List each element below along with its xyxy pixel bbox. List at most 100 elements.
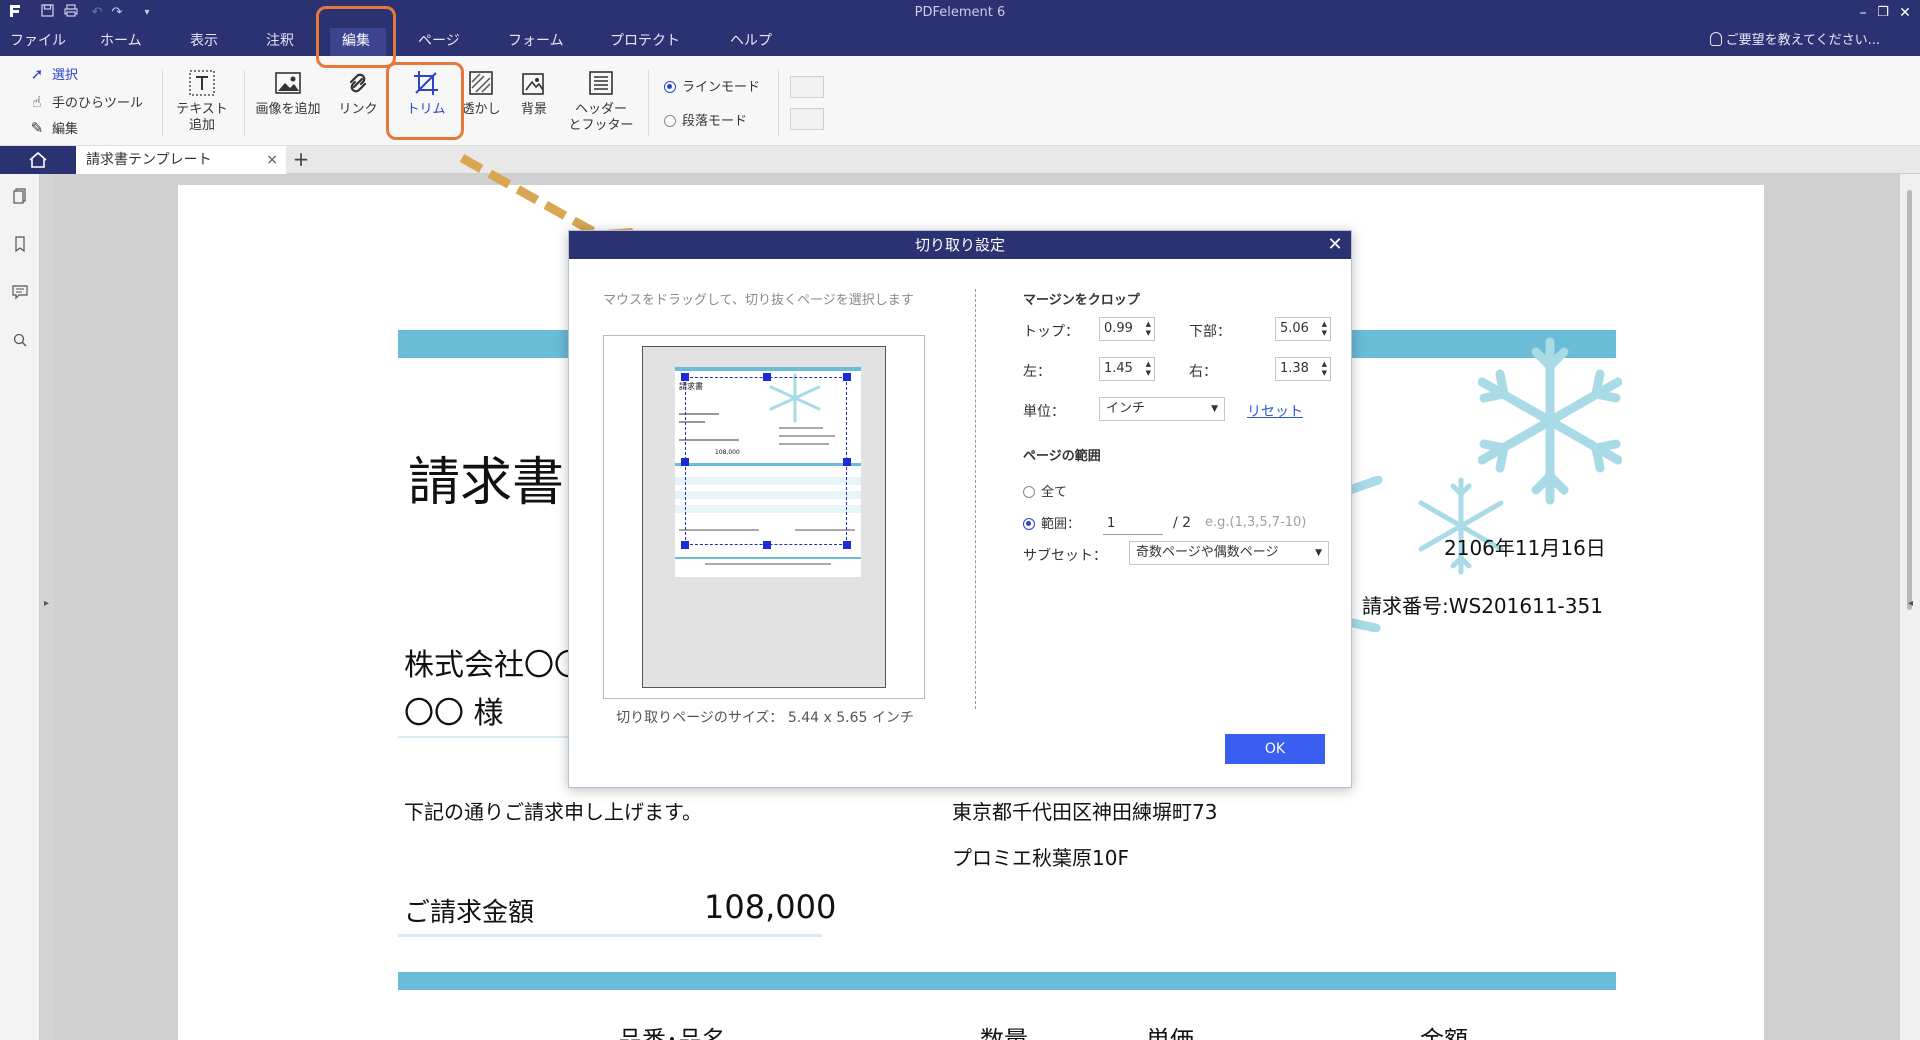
pages-thumbnail-icon[interactable] (12, 188, 28, 204)
highlight-trim-button (386, 62, 464, 140)
menu-comment[interactable]: 注釈 (266, 30, 294, 52)
select-tool-label: 選択 (52, 68, 79, 83)
hand-icon: ☝ (32, 93, 42, 111)
company-name: 株式会社〇〇 (404, 648, 584, 683)
column-total: 金額 (1420, 1026, 1468, 1040)
background-button[interactable]: 背景 (510, 68, 558, 118)
header-footer-button[interactable]: ヘッダー とフッター (564, 68, 638, 134)
close-tab-icon[interactable]: × (266, 146, 278, 174)
header-footer-label-1: ヘッダー (574, 102, 627, 117)
home-tab[interactable] (0, 146, 76, 174)
radio-on-icon (1023, 518, 1035, 530)
spinner-arrows-icon[interactable]: ▲ ▼ (1322, 320, 1327, 338)
recipient-name: 〇〇 様 (404, 696, 504, 731)
edit-tool[interactable]: ✎ 編集 (28, 118, 78, 138)
menu-page[interactable]: ページ (418, 30, 460, 52)
paragraph-mode-radio[interactable]: 段落モード (664, 112, 747, 132)
hand-tool[interactable]: ☝ 手のひらツール (28, 92, 143, 112)
spinner-arrows-icon[interactable]: ▲ ▼ (1146, 320, 1151, 338)
unit-value: インチ (1106, 401, 1146, 416)
range-total-pages: / 2 (1173, 515, 1192, 531)
spinner-arrows-icon[interactable]: ▲ ▼ (1146, 360, 1151, 378)
range-all-radio[interactable]: 全て (1023, 481, 1067, 500)
lightbulb-icon (1709, 32, 1722, 46)
app-title: PDFelement 6 (914, 5, 1006, 20)
new-tab-button[interactable]: + (290, 146, 312, 174)
bookmark-icon[interactable] (12, 236, 28, 252)
unit-select[interactable]: インチ ▼ (1099, 397, 1225, 421)
address-line-2: プロミエ秋葉原10F (952, 846, 1129, 870)
document-tab-title: 請求書テンプレート (86, 152, 212, 168)
crop-settings-dialog: 切り取り設定 ✕ マウスをドラッグして、切り抜くページを選択します 請求書 10… (568, 230, 1352, 788)
crop-handle[interactable] (763, 373, 771, 381)
add-text-label-1: テキスト (176, 102, 228, 117)
distribute-disabled-icon (790, 108, 824, 130)
link-label: リンク (338, 102, 378, 117)
reset-link[interactable]: リセット (1247, 401, 1303, 421)
crop-handle[interactable] (763, 541, 771, 549)
document-title: 請求書 (408, 453, 565, 513)
top-margin-value: 0.99 (1104, 321, 1133, 336)
document-tab[interactable]: 請求書テンプレート × (76, 146, 286, 174)
menu-view[interactable]: 表示 (190, 30, 218, 52)
search-icon[interactable] (12, 332, 28, 348)
top-margin-label: トップ： (1023, 324, 1079, 340)
crop-handle[interactable] (681, 373, 689, 381)
crop-handle[interactable] (681, 458, 689, 466)
home-icon (29, 151, 47, 168)
intro-text: 下記の通りご請求申し上げます。 (404, 800, 702, 824)
expand-left-panel-icon[interactable]: ▸ (44, 598, 49, 609)
link-button[interactable]: リンク (334, 68, 382, 118)
crop-handle[interactable] (843, 373, 851, 381)
divider-line (398, 736, 568, 738)
header-footer-icon (589, 71, 613, 95)
edit-tool-label: 編集 (52, 122, 79, 137)
restore-icon[interactable]: ❐ (1872, 2, 1894, 24)
ribbon-separator (778, 70, 779, 136)
add-text-button[interactable]: テキスト 追加 (172, 68, 232, 134)
crop-handle[interactable] (843, 458, 851, 466)
page-range-input[interactable]: 1 (1103, 513, 1163, 535)
line-mode-radio[interactable]: ラインモード (664, 78, 760, 98)
menu-form[interactable]: フォーム (508, 30, 564, 52)
paragraph-mode-label: 段落モード (682, 114, 748, 129)
ribbon-separator (648, 70, 649, 136)
bottom-margin-input[interactable]: 5.06 ▲ ▼ (1275, 317, 1331, 341)
address-line-1: 東京都千代田区神田練塀町73 (952, 800, 1218, 824)
document-date: 2106年11月16日 (1444, 536, 1606, 560)
amount-underline (398, 934, 822, 937)
comment-icon[interactable] (12, 284, 28, 300)
left-margin-input[interactable]: 1.45 ▲ ▼ (1099, 357, 1155, 381)
left-margin-label: 左： (1023, 364, 1051, 380)
spinner-arrows-icon[interactable]: ▲ ▼ (1322, 360, 1327, 378)
minimize-icon[interactable]: – (1852, 2, 1874, 24)
close-dialog-icon[interactable]: ✕ (1325, 231, 1345, 259)
crop-preview[interactable]: 請求書 108,000 (603, 335, 925, 699)
close-icon[interactable]: ✕ (1894, 2, 1916, 24)
crop-size-readout: 切り取りページのサイズ： 5.44 x 5.65 インチ (569, 707, 961, 727)
range-custom-radio[interactable]: 範囲： (1023, 513, 1080, 532)
expand-right-panel-icon[interactable]: ◂ (1908, 598, 1913, 609)
menu-help[interactable]: ヘルプ (730, 30, 772, 52)
add-image-button[interactable]: 画像を追加 (250, 68, 326, 118)
menu-file[interactable]: ファイル (10, 30, 66, 52)
ribbon-separator (162, 70, 163, 136)
left-margin-value: 1.45 (1104, 361, 1133, 376)
menu-protect[interactable]: プロテクト (610, 30, 680, 52)
select-tool[interactable]: ➚ 選択 (28, 64, 78, 84)
crop-handle[interactable] (843, 541, 851, 549)
range-all-label: 全て (1041, 485, 1068, 500)
background-label: 背景 (520, 102, 547, 117)
edit-icon: ✎ (30, 119, 44, 137)
help-hint[interactable]: ご要望を教えてください... (1709, 30, 1880, 52)
ok-button[interactable]: OK (1225, 734, 1325, 764)
crop-selection-box[interactable] (681, 373, 851, 549)
crop-handle[interactable] (681, 541, 689, 549)
right-margin-input[interactable]: 1.38 ▲ ▼ (1275, 357, 1331, 381)
menu-home[interactable]: ホーム (100, 30, 142, 52)
top-margin-input[interactable]: 0.99 ▲ ▼ (1099, 317, 1155, 341)
subset-select[interactable]: 奇数ページや偶数ページ ▼ (1129, 541, 1329, 565)
chevron-down-icon: ▼ (1211, 404, 1218, 414)
highlight-edit-menu (316, 6, 396, 68)
scrollbar-thumb[interactable] (1907, 190, 1912, 610)
